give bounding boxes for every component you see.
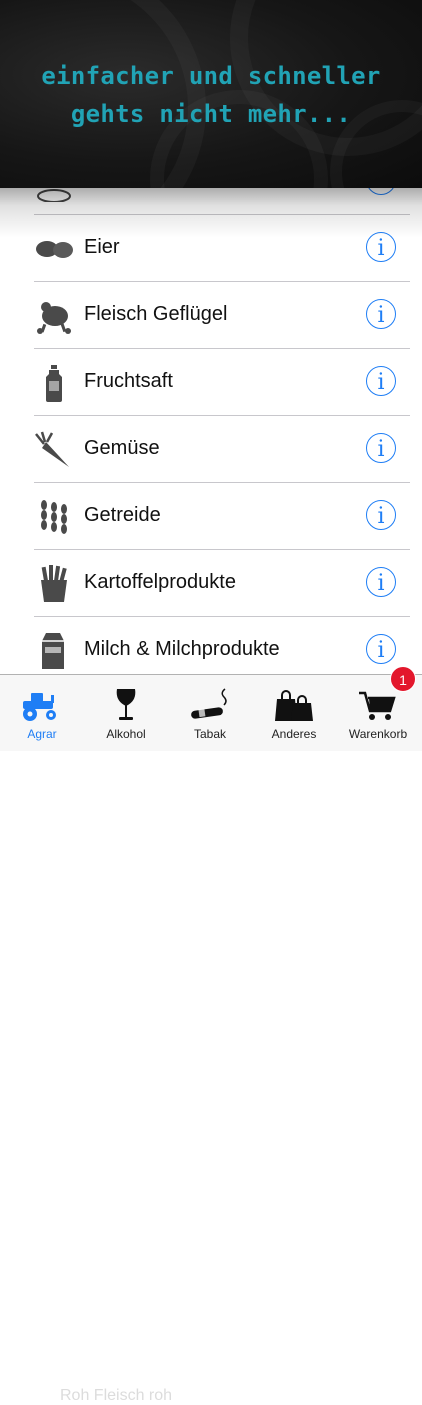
tab-label: Tabak <box>193 727 227 741</box>
tab-tabak[interactable]: Tabak <box>168 675 252 751</box>
list-item[interactable]: i <box>0 188 422 215</box>
list-item-getreide[interactable]: Getreide i <box>0 483 422 550</box>
info-button[interactable]: i <box>366 634 396 664</box>
tab-anderes[interactable]: Anderes <box>252 675 336 751</box>
cigar-icon <box>191 688 227 719</box>
tab-alkohol[interactable]: Alkohol <box>84 675 168 751</box>
list-item-label: Gemüse <box>84 437 160 459</box>
list-item-label: Getreide <box>84 504 161 526</box>
list-item-eier[interactable]: Eier i <box>0 215 422 282</box>
shopping-bags-icon <box>275 690 313 721</box>
list-item-label: Eier <box>84 236 120 258</box>
list-item-label: Fleisch Geflügel <box>84 303 228 325</box>
partial-icon <box>37 189 71 202</box>
tab-label: Agrar <box>27 727 57 741</box>
banner-tagline-line2: gehts nicht mehr... <box>70 100 352 128</box>
list-item-label: Fruchtsaft <box>84 370 173 392</box>
wine-glass-icon <box>116 689 136 720</box>
list-item-label: Kartoffelprodukte <box>84 571 236 593</box>
list-item-milch[interactable]: Milch & Milchprodukte i <box>0 617 422 674</box>
tab-label: Warenkorb <box>348 727 408 741</box>
list-item-fruchtsaft[interactable]: Fruchtsaft i <box>0 349 422 416</box>
grain-icon <box>41 500 67 534</box>
tab-agrar[interactable]: Agrar <box>0 675 84 751</box>
fries-icon <box>41 565 67 602</box>
info-button[interactable]: i <box>366 567 396 597</box>
carrot-icon <box>35 431 69 467</box>
list-item-gemuese[interactable]: Gemüse i <box>0 416 422 483</box>
poultry-icon <box>37 302 71 334</box>
tab-label: Alkohol <box>106 727 146 741</box>
header-banner: einfacher und schneller gehts nicht mehr… <box>0 0 422 188</box>
info-button[interactable]: i <box>366 299 396 329</box>
cart-icon <box>359 691 396 720</box>
tab-bar: Roh Fleisch roh Agrar Alkohol Tabak Ande… <box>0 674 422 1404</box>
list-item-fleisch-gefluegel[interactable]: Fleisch Geflügel i <box>0 282 422 349</box>
category-list[interactable]: i Eier i Fleisch Geflügel i <box>0 188 422 674</box>
info-button[interactable]: i <box>366 232 396 262</box>
info-button[interactable]: i <box>366 366 396 396</box>
banner-tagline-line1: einfacher und schneller <box>41 62 381 90</box>
cart-count-badge: 1 <box>390 666 416 692</box>
milk-carton-icon <box>42 633 64 669</box>
info-button[interactable]: i <box>366 433 396 463</box>
eggs-icon <box>36 241 73 258</box>
list-item-kartoffelprodukte[interactable]: Kartoffelprodukte i <box>0 550 422 617</box>
bottle-icon <box>46 365 62 402</box>
list-item-behind-tabbar: Roh Fleisch roh <box>60 1387 173 1404</box>
info-button[interactable]: i <box>366 188 396 195</box>
tab-label: Anderes <box>271 727 317 741</box>
list-item-label: Milch & Milchprodukte <box>84 638 280 660</box>
tractor-icon <box>23 693 56 721</box>
info-button[interactable]: i <box>366 500 396 530</box>
